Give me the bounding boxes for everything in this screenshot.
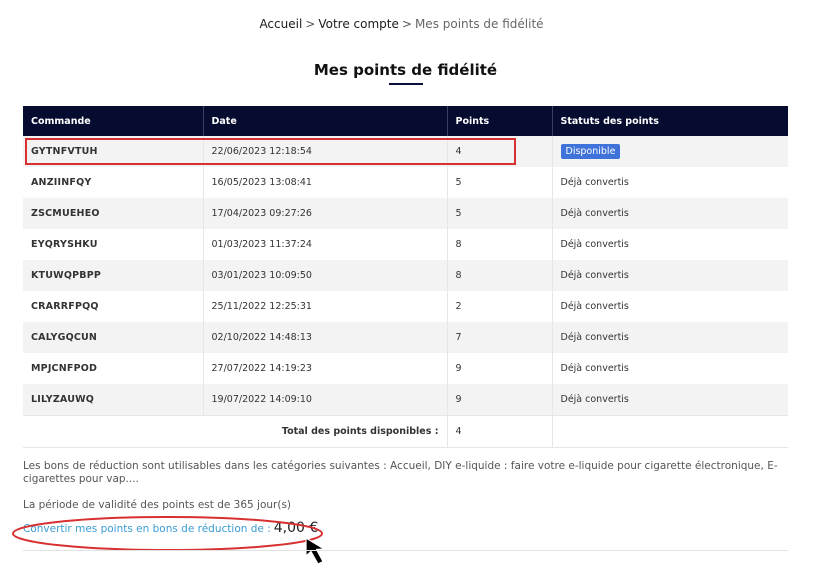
breadcrumb-separator: > <box>305 17 316 31</box>
voucher-categories-text: Les bons de réduction sont utilisables d… <box>23 460 778 485</box>
status-cell: Déjà convertis <box>552 353 788 384</box>
table-row: ANZIINFQY 16/05/2023 13:08:41 5 Déjà conver… <box>23 167 788 198</box>
order-cell: CALYGQCUN <box>23 322 204 353</box>
status-cell: Déjà convertis <box>552 291 788 322</box>
column-header-status: Statuts des points <box>552 106 788 136</box>
status-cell: Déjà convertis <box>552 229 788 260</box>
date-cell: 25/11/2022 12:25:31 <box>203 291 448 322</box>
points-cell: 7 <box>447 322 553 353</box>
breadcrumb-account-link[interactable]: Votre compte <box>318 17 399 31</box>
date-cell: 19/07/2022 14:09:10 <box>203 384 448 416</box>
date-cell: 17/04/2023 09:27:26 <box>203 198 448 229</box>
total-points-label: Total des points disponibles : <box>23 415 448 448</box>
status-cell: Déjà convertis <box>552 167 788 198</box>
breadcrumb-current: Mes points de fidélité <box>414 17 544 31</box>
status-cell: Déjà convertis <box>552 260 788 291</box>
points-cell: 9 <box>447 384 553 416</box>
status-cell: Disponible <box>552 136 788 167</box>
table-row: LILYZAUWQ 19/07/2022 14:09:10 9 Déjà conver… <box>23 384 788 416</box>
points-cell: 8 <box>447 260 553 291</box>
table-header-row: Commande Date Points Statuts des points <box>23 106 788 136</box>
table-total-row: Total des points disponibles : 4 <box>23 415 788 448</box>
total-empty-cell <box>552 415 788 448</box>
date-cell: 27/07/2022 14:19:23 <box>203 353 448 384</box>
order-cell: LILYZAUWQ <box>23 384 204 416</box>
table-row: ZSCMUEHEO 17/04/2023 09:27:26 5 Déjà conver… <box>23 198 788 229</box>
table-body: GYTNFVTUH 22/06/2023 12:18:54 4 Disponible A… <box>23 136 788 416</box>
column-header-order: Commande <box>23 106 204 136</box>
order-cell: KTUWQPBPP <box>23 260 204 291</box>
points-cell: 4 <box>447 136 553 167</box>
column-header-points: Points <box>447 106 553 136</box>
table-row: CRARRFPQQ 25/11/2022 12:25:31 2 Déjà conver… <box>23 291 788 322</box>
table-row: CALYGQCUN 02/10/2022 14:48:13 7 Déjà conver… <box>23 322 788 353</box>
order-cell: ZSCMUEHEO <box>23 198 204 229</box>
table-row: EYQRYSHKU 01/03/2023 11:37:24 8 Déjà conver… <box>23 229 788 260</box>
title-underline <box>389 83 423 85</box>
points-cell: 2 <box>447 291 553 322</box>
order-cell: CRARRFPQQ <box>23 291 204 322</box>
convert-amount: 4,00 € <box>273 520 319 536</box>
total-points-value: 4 <box>447 415 553 448</box>
order-cell: EYQRYSHKU <box>23 229 204 260</box>
date-cell: 02/10/2022 14:48:13 <box>203 322 448 353</box>
convert-points-label: Convertir mes points en bons de réductio… <box>23 523 271 535</box>
arrow-cursor-icon <box>305 537 325 565</box>
status-cell: Déjà convertis <box>552 198 788 229</box>
status-cell: Déjà convertis <box>552 384 788 416</box>
points-validity-text: La période de validité des points est de… <box>23 499 292 511</box>
status-cell: Déjà convertis <box>552 322 788 353</box>
date-cell: 03/01/2023 10:09:50 <box>203 260 448 291</box>
convert-points-link[interactable]: Convertir mes points en bons de réductio… <box>23 520 318 536</box>
date-cell: 01/03/2023 11:37:24 <box>203 229 448 260</box>
order-cell: ANZIINFQY <box>23 167 204 198</box>
date-cell: 22/06/2023 12:18:54 <box>203 136 448 167</box>
table-row: KTUWQPBPP 03/01/2023 10:09:50 8 Déjà conver… <box>23 260 788 291</box>
status-badge: Disponible <box>560 144 621 159</box>
order-cell: MPJCNFPOD <box>23 353 204 384</box>
points-cell: 8 <box>447 229 553 260</box>
date-cell: 16/05/2023 13:08:41 <box>203 167 448 198</box>
page-title: Mes points de fidélité <box>313 61 498 79</box>
breadcrumb-home-link[interactable]: Accueil <box>259 17 302 31</box>
table-row: MPJCNFPOD 27/07/2022 14:19:23 9 Déjà conver… <box>23 353 788 384</box>
breadcrumb-separator: > <box>401 17 412 31</box>
loyalty-points-table: Commande Date Points Statuts des points … <box>23 106 788 448</box>
column-header-date: Date <box>203 106 448 136</box>
points-cell: 5 <box>447 198 553 229</box>
table-row: GYTNFVTUH 22/06/2023 12:18:54 4 Disponible <box>23 136 788 167</box>
order-cell: GYTNFVTUH <box>23 136 204 167</box>
points-cell: 5 <box>447 167 553 198</box>
breadcrumb: Accueil > Votre compte > Mes points de fidél… <box>0 17 803 31</box>
points-cell: 9 <box>447 353 553 384</box>
bottom-divider <box>23 550 788 551</box>
